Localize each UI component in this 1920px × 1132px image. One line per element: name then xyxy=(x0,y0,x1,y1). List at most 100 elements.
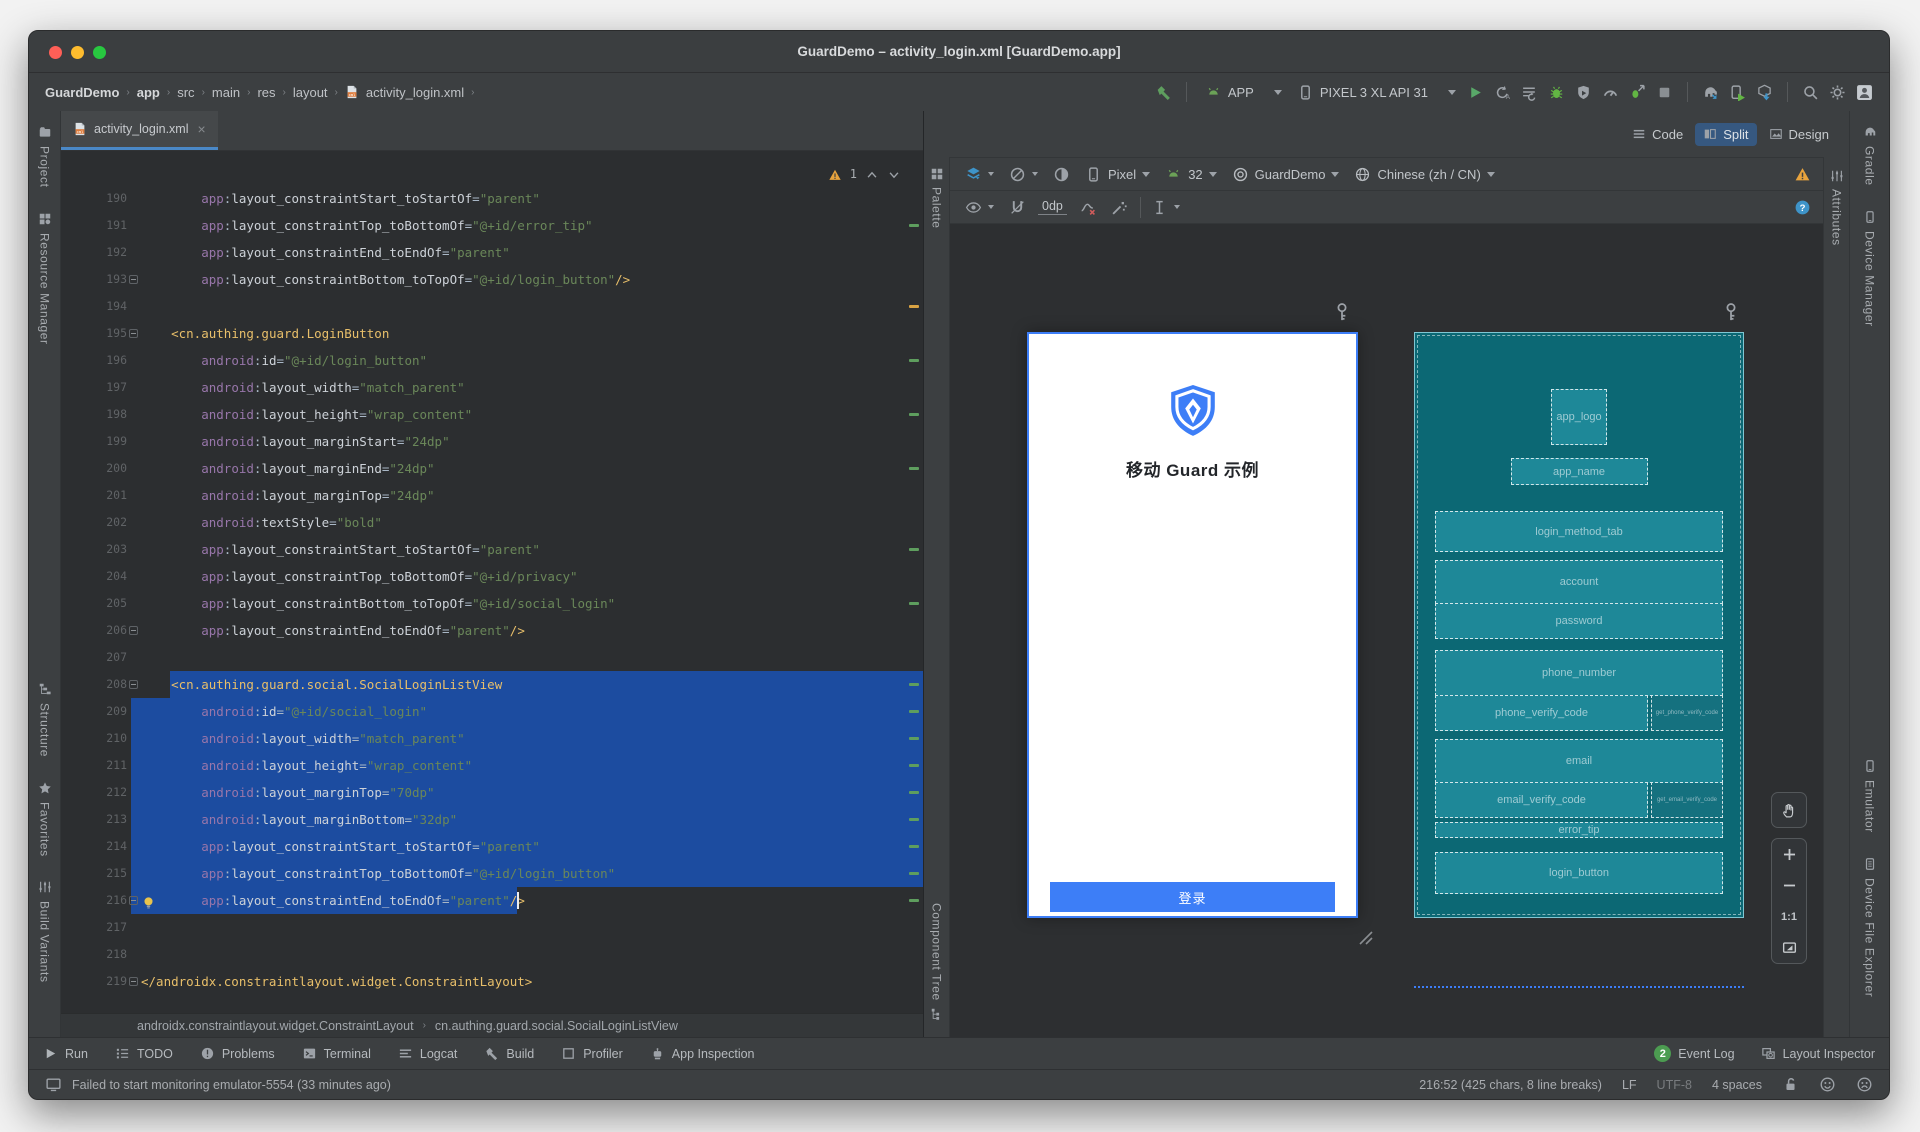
fold-marker-icon[interactable] xyxy=(129,896,138,905)
code-line[interactable]: 218 xyxy=(61,941,923,968)
blueprint-box[interactable]: phone_verify_code xyxy=(1435,695,1648,731)
code-line[interactable]: 196 android:id="@+id/login_button" xyxy=(61,347,923,374)
device-select[interactable]: PIXEL 3 XL API 31 xyxy=(1293,82,1460,103)
code-line[interactable]: 202 android:textStyle="bold" xyxy=(61,509,923,536)
error-stripe-mark[interactable] xyxy=(909,818,919,821)
code-line[interactable]: 211 android:layout_height="wrap_content" xyxy=(61,752,923,779)
code-line[interactable]: 206 app:layout_constraintEnd_toEndOf="pa… xyxy=(61,617,923,644)
pack-button[interactable] xyxy=(1140,197,1183,218)
canvas-resize-handle[interactable] xyxy=(1354,926,1374,949)
blueprint-box[interactable]: email_verify_code xyxy=(1435,782,1648,818)
theme-menu[interactable]: GuardDemo xyxy=(1229,164,1343,185)
tool-window-button-run[interactable]: Run xyxy=(43,1046,88,1061)
error-stripe-mark[interactable] xyxy=(909,683,919,686)
code-line[interactable]: 194 xyxy=(61,293,923,320)
blueprint-box[interactable]: get_phone_verify_code xyxy=(1651,695,1723,731)
warning-icon[interactable] xyxy=(1794,166,1811,183)
debug-reattach-icon[interactable] xyxy=(1629,84,1646,101)
tool-window-button-logcat[interactable]: Logcat xyxy=(398,1046,458,1061)
tool-window-button-app-inspection[interactable]: App Inspection xyxy=(650,1046,755,1061)
error-stripe-mark[interactable] xyxy=(909,791,919,794)
code-line[interactable]: 199 android:layout_marginStart="24dp" xyxy=(61,428,923,455)
happy-feedback-icon[interactable] xyxy=(1819,1076,1836,1093)
error-stripe-mark[interactable] xyxy=(909,224,919,227)
indent-setting[interactable]: 4 spaces xyxy=(1712,1078,1762,1092)
breadcrumb-item[interactable]: res xyxy=(257,85,275,100)
breadcrumb-item[interactable]: app xyxy=(137,85,160,100)
blueprint-box[interactable]: account xyxy=(1435,560,1723,604)
tool-window-button-device-file-explorer[interactable]: Device File Explorer xyxy=(1863,857,1877,997)
settings-icon[interactable] xyxy=(1829,84,1846,101)
blueprint-box[interactable]: login_button xyxy=(1435,852,1723,894)
xml-breadcrumb-item[interactable]: androidx.constraintlayout.widget.Constra… xyxy=(137,1019,414,1033)
blueprint-phone[interactable]: app_logoapp_namelogin_method_tabaccountp… xyxy=(1414,332,1744,918)
error-stripe-mark[interactable] xyxy=(909,305,919,308)
error-stripe-mark[interactable] xyxy=(909,899,919,902)
close-window-button[interactable] xyxy=(49,46,62,59)
title-bar[interactable]: GuardDemo – activity_login.xml [GuardDem… xyxy=(29,31,1889,73)
tool-window-button-todo[interactable]: TODO xyxy=(115,1046,173,1061)
tool-window-button-terminal[interactable]: Terminal xyxy=(302,1046,371,1061)
code-line[interactable]: 210 android:layout_width="match_parent" xyxy=(61,725,923,752)
event-log-button[interactable]: 2 Event Log xyxy=(1654,1045,1734,1062)
error-stripe-mark[interactable] xyxy=(909,737,919,740)
tool-window-button-favorites[interactable]: Favorites xyxy=(38,781,52,857)
error-stripe-mark[interactable] xyxy=(909,413,919,416)
layout-inspector-button[interactable]: Layout Inspector xyxy=(1761,1046,1875,1061)
play-icon[interactable] xyxy=(1467,84,1484,101)
infer-constraints-button[interactable] xyxy=(1108,197,1131,218)
code-line[interactable]: 190 app:layout_constraintStart_toStartOf… xyxy=(61,185,923,212)
tool-window-button-project[interactable]: Project xyxy=(38,125,52,188)
avatar-icon[interactable] xyxy=(1856,84,1873,101)
tool-window-button-problems[interactable]: Problems xyxy=(200,1046,275,1061)
code-line[interactable]: 215 app:layout_constraintTop_toBottomOf=… xyxy=(61,860,923,887)
orientation-select[interactable] xyxy=(1006,164,1041,185)
mode-code-button[interactable]: Code xyxy=(1624,123,1691,146)
device-menu[interactable]: Pixel xyxy=(1082,164,1153,185)
run-configuration-select[interactable]: APP xyxy=(1201,82,1286,103)
blueprint-box[interactable]: app_logo xyxy=(1551,389,1607,445)
autoconnect-button[interactable] xyxy=(1006,197,1029,218)
code-line[interactable]: 204 app:layout_constraintTop_toBottomOf=… xyxy=(61,563,923,590)
blueprint-box[interactable]: password xyxy=(1435,603,1723,639)
code-line[interactable]: 214 app:layout_constraintStart_toStartOf… xyxy=(61,833,923,860)
stop-icon[interactable] xyxy=(1656,84,1673,101)
code-line[interactable]: 198 android:layout_height="wrap_content" xyxy=(61,401,923,428)
error-stripe-mark[interactable] xyxy=(909,872,919,875)
help-icon[interactable]: ? xyxy=(1794,199,1811,216)
breadcrumb-item[interactable]: activity_login.xml xyxy=(366,85,464,100)
close-tab-icon[interactable]: × xyxy=(197,122,205,136)
code-line[interactable]: 201 android:layout_marginTop="24dp" xyxy=(61,482,923,509)
default-margin-button[interactable]: 0dp xyxy=(1038,199,1067,215)
code-line[interactable]: 203 app:layout_constraintStart_toStartOf… xyxy=(61,536,923,563)
breadcrumb-item[interactable]: GuardDemo xyxy=(45,85,119,100)
device-run-icon[interactable] xyxy=(1729,84,1746,101)
inspection-widget[interactable]: 1 xyxy=(828,161,901,188)
error-stripe-mark[interactable] xyxy=(909,710,919,713)
xml-breadcrumb-item[interactable]: cn.authing.guard.social.SocialLoginListV… xyxy=(435,1019,678,1033)
clear-constraints-button[interactable] xyxy=(1076,197,1099,218)
code-line[interactable]: 216 app:layout_constraintEnd_toEndOf="pa… xyxy=(61,887,923,914)
tool-window-button-emulator[interactable]: Emulator xyxy=(1863,759,1877,833)
caret-position[interactable]: 216:52 (425 chars, 8 line breaks) xyxy=(1419,1078,1602,1092)
code-line[interactable]: 193 app:layout_constraintBottom_toTopOf=… xyxy=(61,266,923,293)
profile-shield-icon[interactable] xyxy=(1575,84,1592,101)
mode-split-button[interactable]: Split xyxy=(1695,123,1756,146)
tool-window-button-gradle[interactable]: Gradle xyxy=(1863,125,1877,186)
blueprint-box[interactable]: phone_number xyxy=(1435,650,1723,696)
error-stripe-mark[interactable] xyxy=(909,359,919,362)
lock-icon[interactable] xyxy=(1782,1076,1799,1093)
error-stripe-mark[interactable] xyxy=(909,602,919,605)
tool-window-button-structure[interactable]: Structure xyxy=(38,682,52,757)
code-line[interactable]: 197 android:layout_width="match_parent" xyxy=(61,374,923,401)
code-line[interactable]: 212 android:layout_marginTop="70dp" xyxy=(61,779,923,806)
code-line[interactable]: 205 app:layout_constraintBottom_toTopOf=… xyxy=(61,590,923,617)
breadcrumb-item[interactable]: layout xyxy=(293,85,328,100)
profiler-gauge-icon[interactable] xyxy=(1602,84,1619,101)
zoom-reset-button[interactable]: 1:1 xyxy=(1772,901,1806,932)
sdk-download-icon[interactable] xyxy=(1756,84,1773,101)
error-stripe-mark[interactable] xyxy=(909,764,919,767)
code-line[interactable]: 195 <cn.authing.guard.LoginButton xyxy=(61,320,923,347)
tool-window-button-profiler[interactable]: Profiler xyxy=(561,1046,623,1061)
zoom-fit-button[interactable] xyxy=(1772,932,1806,963)
